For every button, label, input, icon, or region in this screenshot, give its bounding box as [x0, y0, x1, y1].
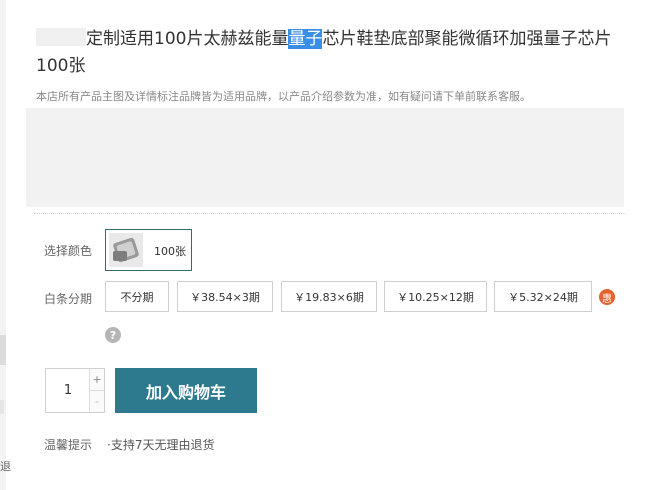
title-part-1: 定制适用100片太赫兹能量	[86, 29, 289, 49]
color-option-label: 100张	[154, 245, 186, 258]
installment-option-label: ￥5.32×24期	[508, 290, 578, 304]
color-option-100[interactable]: 100张	[105, 229, 192, 271]
installment-option-24[interactable]: ￥5.32×24期	[494, 281, 592, 312]
installment-option-3[interactable]: ￥38.54×3期	[177, 281, 273, 312]
quantity-decrement-button[interactable]: -	[90, 391, 104, 412]
installment-option-label: 不分期	[120, 290, 154, 304]
title-highlight: 量子	[288, 29, 323, 49]
help-icon[interactable]: ?	[105, 327, 121, 343]
return-policy-tip: ·支持7天无理由退货	[107, 438, 215, 452]
installment-option-label: ￥10.25×12期	[397, 290, 474, 304]
promo-area	[26, 108, 624, 207]
installment-option-none[interactable]: 不分期	[105, 281, 169, 312]
product-title: 定制适用100片太赫兹能量量子芯片鞋垫底部聚能微循环加强量子芯片 100张	[36, 26, 626, 80]
add-to-cart-button[interactable]: 加入购物车	[115, 368, 257, 413]
add-to-cart-label: 加入购物车	[145, 382, 226, 402]
installment-label: 白条分期	[44, 292, 93, 306]
quantity-stepper: 1 + -	[45, 368, 105, 413]
installment-option-6[interactable]: ￥19.83×6期	[281, 281, 377, 312]
color-label: 选择颜色	[44, 244, 93, 258]
quantity-increment-button[interactable]: +	[90, 369, 104, 391]
discount-icon[interactable]: 惠	[599, 289, 615, 305]
product-thumbnail	[109, 233, 143, 267]
installment-option-12[interactable]: ￥10.25×12期	[384, 281, 487, 312]
divider	[34, 213, 626, 214]
installment-option-label: ￥19.83×6期	[294, 290, 364, 304]
edge-glyph: 退	[0, 460, 11, 473]
left-panel-edge: 退	[0, 0, 11, 490]
brand-notice: 本店所有产品主图及详情标注品牌皆为适用品牌，以产品介绍参数为准，如有疑问请下单前…	[36, 90, 531, 103]
installment-option-label: ￥38.54×3期	[190, 290, 260, 304]
insole-chip-icon	[113, 237, 139, 263]
scroll-handle[interactable]	[0, 335, 6, 365]
brand-mask	[36, 28, 86, 46]
edge-tab	[0, 400, 4, 414]
quantity-input[interactable]: 1	[46, 369, 90, 412]
tips-label: 温馨提示	[44, 438, 93, 452]
